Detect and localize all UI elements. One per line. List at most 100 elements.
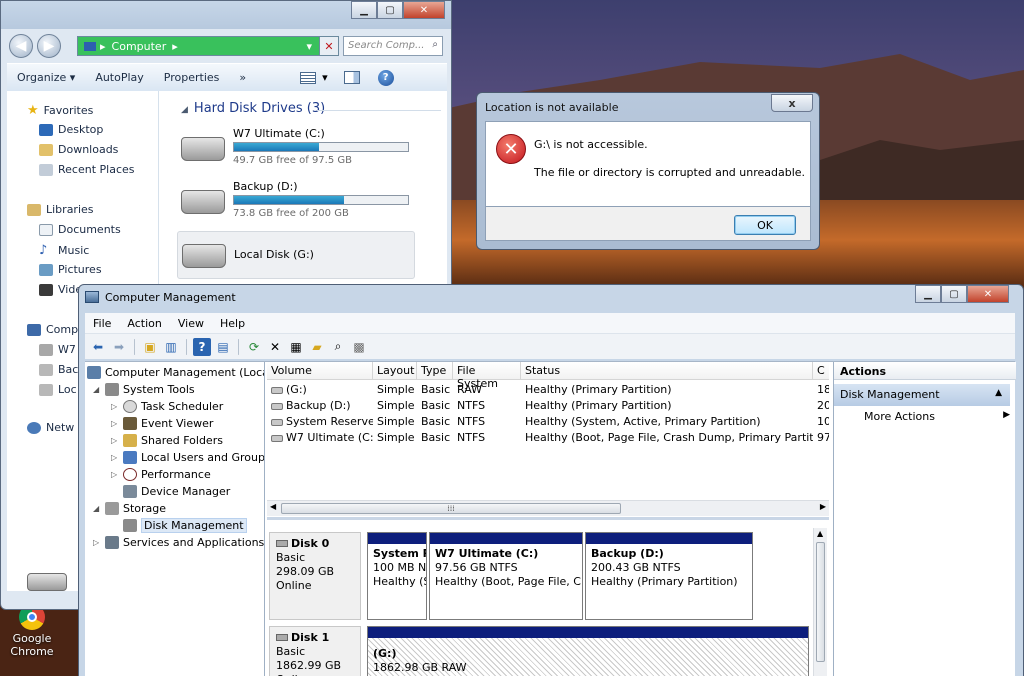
column-status[interactable]: Status <box>521 362 813 380</box>
tree-services[interactable]: ▷ Services and Applications <box>93 534 264 551</box>
forward-icon[interactable]: ➡ <box>110 338 128 356</box>
volume-row[interactable]: W7 Ultimate (C:) Simple Basic NTFS Healthy (… <box>267 430 829 446</box>
partition-g-raw[interactable]: (G:) 1862.98 GB RAW <box>367 626 809 676</box>
tree-local-users[interactable]: ▷ Local Users and Groups <box>111 449 264 466</box>
actions-section-disk-management[interactable]: Disk Management ▲ <box>834 384 1010 406</box>
scroll-left-icon[interactable]: ◀ <box>270 502 276 511</box>
properties-button[interactable]: Properties <box>154 71 230 84</box>
menu-action[interactable]: Action <box>119 317 169 330</box>
nav-network[interactable]: Netw <box>27 421 74 434</box>
organize-button[interactable]: Organize ▾ <box>7 71 85 84</box>
nav-w7-drive[interactable]: W7 <box>39 343 76 356</box>
help-icon[interactable]: ? <box>193 337 211 356</box>
drive-usage-bar <box>233 142 409 152</box>
maximize-button[interactable]: ▢ <box>941 285 967 303</box>
delete-icon[interactable]: ✕ <box>266 338 284 356</box>
help-icon[interactable]: ? <box>377 69 394 86</box>
nav-backup-drive[interactable]: Bac <box>39 363 78 376</box>
nav-desktop[interactable]: Desktop <box>39 123 103 136</box>
nav-pictures[interactable]: Pictures <box>39 263 102 276</box>
close-button[interactable]: ✕ <box>403 1 445 19</box>
address-breadcrumb[interactable]: Computer <box>112 40 167 53</box>
scrollbar-thumb[interactable] <box>816 542 825 662</box>
more-commands-button[interactable]: » <box>229 71 256 84</box>
nav-recent-places[interactable]: Recent Places <box>39 163 135 176</box>
nav-local-drive[interactable]: Loc <box>39 383 77 396</box>
volume-cell-c: 20 <box>817 399 829 412</box>
tree-device-manager[interactable]: Device Manager <box>123 483 230 500</box>
up-folder-icon[interactable]: ▣ <box>141 338 159 356</box>
collapse-up-icon[interactable]: ▲ <box>995 388 1002 398</box>
volume-row[interactable]: System Reserved Simple Basic NTFS Healthy (S… <box>267 414 829 430</box>
column-type[interactable]: Type <box>417 362 453 380</box>
back-icon[interactable]: ⬅ <box>89 338 107 356</box>
menu-help[interactable]: Help <box>212 317 253 330</box>
view-dropdown-icon[interactable]: ▾ <box>322 71 328 84</box>
column-capacity[interactable]: C <box>813 362 829 380</box>
volume-cell-c: 18 <box>817 383 829 396</box>
magnifier-icon[interactable]: ⌕ <box>329 338 347 356</box>
nav-computer[interactable]: Comp <box>27 323 78 336</box>
preview-pane-icon[interactable] <box>343 71 360 84</box>
refresh-icon[interactable]: ⟳ <box>245 338 263 356</box>
scroll-right-icon[interactable]: ▶ <box>820 502 826 511</box>
column-file-system[interactable]: File System <box>453 362 521 390</box>
tree-system-tools[interactable]: ◢ System Tools <box>93 381 195 398</box>
menu-file[interactable]: File <box>85 317 119 330</box>
show-hide-tree-icon[interactable]: ▥ <box>162 338 180 356</box>
search-icon[interactable]: ⌕ <box>432 39 438 50</box>
tree-performance[interactable]: ▷ Performance <box>111 466 211 483</box>
dialog-close-button[interactable]: x <box>771 94 813 112</box>
more-actions-item[interactable]: More Actions ▶ <box>864 410 1010 423</box>
google-chrome-desktop-icon[interactable]: Google Chrome <box>2 604 62 658</box>
group-header[interactable]: ◢ Hard Disk Drives (3) <box>181 101 325 116</box>
show-hide-action-pane-icon[interactable]: ▤ <box>214 338 232 356</box>
nav-videos[interactable]: Vide <box>39 283 82 296</box>
horizontal-scrollbar[interactable]: ◀ ⁞⁞⁞ ▶ <box>267 500 829 516</box>
vertical-scrollbar[interactable]: ▲ <box>813 528 827 676</box>
open-folder-icon[interactable]: ▰ <box>308 338 326 356</box>
partition-w7-ultimate[interactable]: W7 Ultimate (C:) 97.56 GB NTFS Healthy (… <box>429 532 583 620</box>
tree-disk-management[interactable]: Disk Management <box>123 517 247 534</box>
back-button[interactable]: ◀ <box>9 34 33 58</box>
autoplay-button[interactable]: AutoPlay <box>85 71 153 84</box>
nav-libraries[interactable]: Libraries <box>27 203 94 216</box>
nav-favorites[interactable]: ★ Favorites <box>27 103 93 118</box>
volume-row[interactable]: Backup (D:) Simple Basic NTFS Healthy (Prima… <box>267 398 829 414</box>
disk-0-label[interactable]: Disk 0 Basic 298.09 GB Online <box>269 532 361 620</box>
maximize-button[interactable]: ▢ <box>377 1 403 19</box>
partition-system-reserved[interactable]: System R 100 MB N Healthy (S <box>367 532 427 620</box>
close-button[interactable]: ✕ <box>967 285 1009 303</box>
tree-root[interactable]: Computer Management (Local <box>87 364 264 381</box>
tree-shared-folders[interactable]: ▷ Shared Folders <box>111 432 223 449</box>
drive-item-d[interactable]: Backup (D:) 73.8 GB free of 200 GB <box>177 178 415 228</box>
disk-1-label[interactable]: Disk 1 Basic 1862.99 GB Onlin <box>269 626 361 676</box>
nav-downloads[interactable]: Downloads <box>39 143 118 156</box>
ok-button[interactable]: OK <box>734 215 796 235</box>
drive-item-g[interactable]: Local Disk (G:) <box>177 231 415 279</box>
properties-icon[interactable]: ▦ <box>287 338 305 356</box>
menu-view[interactable]: View <box>170 317 212 330</box>
tree-storage[interactable]: ◢ Storage <box>93 500 166 517</box>
tree-task-scheduler[interactable]: ▷ Task Scheduler <box>111 398 223 415</box>
disk-settings-icon[interactable]: ▩ <box>350 338 368 356</box>
nav-documents[interactable]: Documents <box>39 223 121 236</box>
tree-event-viewer[interactable]: ▷ Event Viewer <box>111 415 213 432</box>
forward-button[interactable]: ▶ <box>37 34 61 58</box>
scroll-up-icon[interactable]: ▲ <box>817 529 823 538</box>
search-input[interactable]: Search Comp... ⌕ <box>343 36 443 56</box>
address-bar[interactable]: ▸ Computer ▸ ▾ ✕ <box>77 36 339 56</box>
minimize-button[interactable]: ▁ <box>915 285 941 303</box>
address-dropdown-icon[interactable]: ▾ <box>306 40 312 53</box>
column-volume[interactable]: Volume <box>267 362 373 380</box>
nav-music[interactable]: ♪ Music <box>39 243 89 258</box>
view-options-icon[interactable] <box>300 71 317 84</box>
address-close-icon[interactable]: ✕ <box>319 36 339 56</box>
drive-item-c[interactable]: W7 Ultimate (C:) 49.7 GB free of 97.5 GB <box>177 125 415 175</box>
minimize-button[interactable]: ▁ <box>351 1 377 19</box>
partition-backup[interactable]: Backup (D:) 200.43 GB NTFS Healthy (Prim… <box>585 532 753 620</box>
column-layout[interactable]: Layout <box>373 362 417 380</box>
volume-row[interactable]: (G:) Simple Basic RAW Healthy (Primary Parti… <box>267 382 829 398</box>
drive-usage-bar <box>233 195 409 205</box>
scrollbar-thumb[interactable]: ⁞⁞⁞ <box>281 503 621 514</box>
